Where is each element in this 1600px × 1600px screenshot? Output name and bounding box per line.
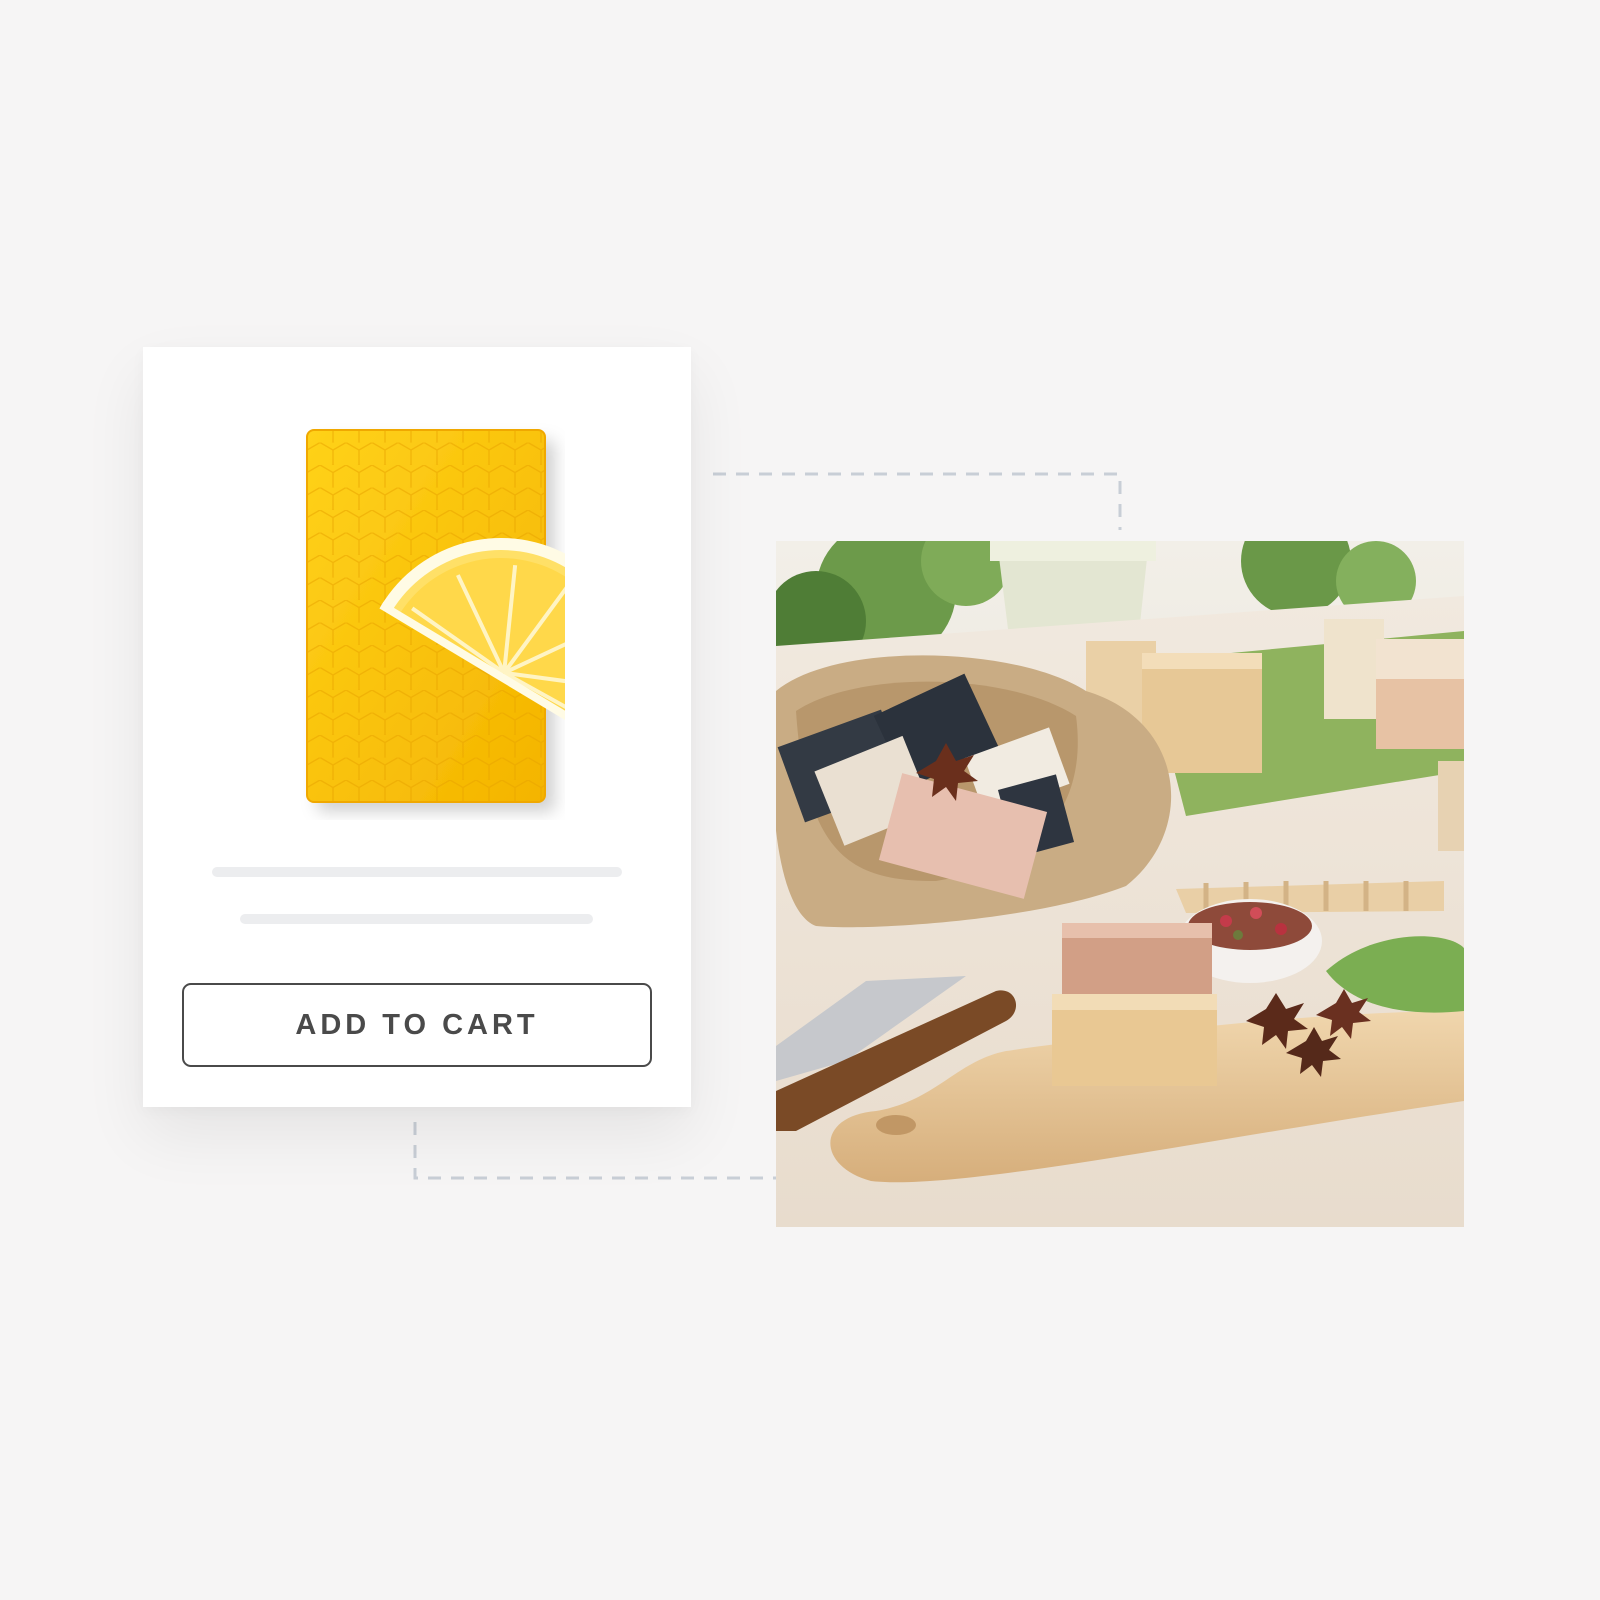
product-title-placeholder	[212, 867, 622, 877]
handmade-soap-photo	[776, 541, 1464, 1227]
product-price-placeholder	[240, 914, 593, 924]
add-to-cart-button[interactable]: ADD TO CART	[182, 983, 652, 1067]
lemon-honeycomb-soap-image	[306, 429, 565, 803]
connector-bottom	[413, 1122, 776, 1180]
connector-top	[713, 472, 1122, 530]
